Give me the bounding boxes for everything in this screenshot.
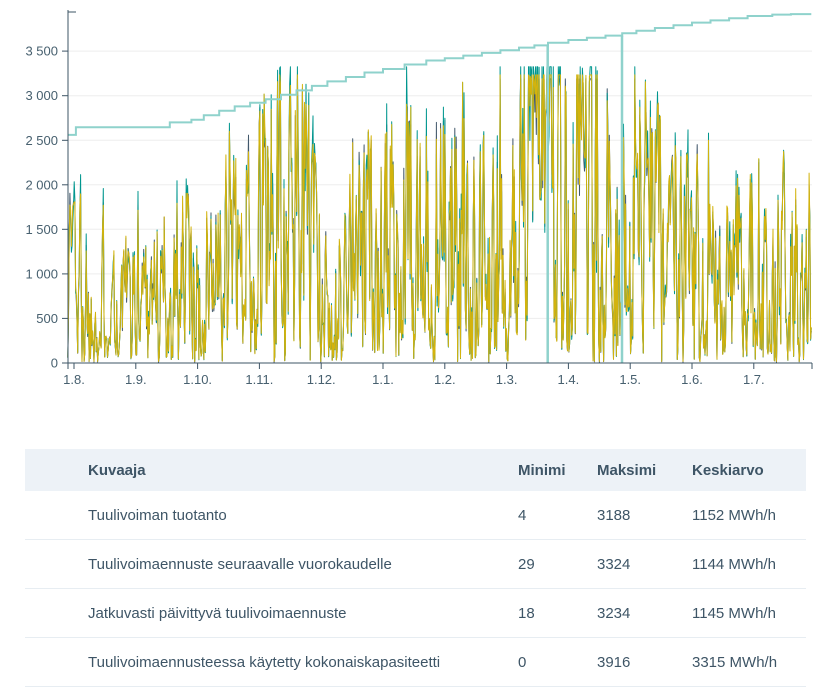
series-min: 4: [518, 507, 597, 524]
x-axis-label: 1.9.: [125, 372, 147, 387]
series-avg: 1152 MWh/h: [692, 507, 806, 524]
series-max: 3234: [597, 605, 692, 622]
series-avg: 3315 MWh/h: [692, 654, 806, 671]
column-header-kuvaaja: Kuvaaja: [88, 462, 518, 479]
series-max: 3188: [597, 507, 692, 524]
x-axis-label: 1.1.: [372, 372, 394, 387]
x-axis-label: 1.12.: [307, 372, 336, 387]
legend-row-vuorokausiennuste[interactable]: Tuulivoimaennuste seuraavalle vuorokaude…: [25, 540, 806, 589]
series-avg: 1144 MWh/h: [692, 556, 806, 573]
x-axis-label: 1.3.: [496, 372, 518, 387]
y-axis-label: 1 000: [25, 266, 58, 281]
x-axis-label: 1.11.: [245, 372, 273, 387]
y-axis-label: 2 000: [25, 177, 58, 192]
y-axis-label: 1 500: [25, 222, 58, 237]
column-header-keskiarvo: Keskiarvo: [692, 462, 806, 479]
x-axis-label: 1.2.: [434, 372, 456, 387]
series-line-total-capacity: [68, 14, 812, 135]
series-label: Tuulivoimaennusteessa käytetty kokonaisk…: [88, 654, 518, 671]
series-avg: 1145 MWh/h: [692, 605, 806, 622]
series-label: Tuulivoiman tuotanto: [88, 507, 518, 524]
series-min: 18: [518, 605, 597, 622]
wind-power-dashboard: 0 500 1 000 1 500 2 000 2 500 3 000 3 500 1.8. 1.…: [0, 0, 826, 696]
legend-row-tuotanto[interactable]: Tuulivoiman tuotanto 4 3188 1152 MWh/h: [25, 491, 806, 540]
x-axis-label: 1.4.: [558, 372, 580, 387]
series-max: 3916: [597, 654, 692, 671]
y-axis-label: 3 500: [25, 44, 58, 59]
legend-table-header: Kuvaaja Minimi Maksimi Keskiarvo: [25, 449, 806, 491]
y-axis-label: 3 000: [25, 88, 58, 103]
wind-power-chart[interactable]: 0 500 1 000 1 500 2 000 2 500 3 000 3 500 1.8. 1.…: [0, 0, 826, 400]
series-min: 29: [518, 556, 597, 573]
y-axis-label: 0: [51, 356, 58, 371]
y-axis-label: 500: [36, 311, 58, 326]
column-header-minimi: Minimi: [518, 462, 597, 479]
legend-row-kokonaiskapasiteetti[interactable]: Tuulivoimaennusteessa käytetty kokonaisk…: [25, 638, 806, 687]
legend-row-jatkuva-ennuste[interactable]: Jatkuvasti päivittyvä tuulivoimaennuste …: [25, 589, 806, 638]
series-max: 3324: [597, 556, 692, 573]
series-label: Tuulivoimaennuste seuraavalle vuorokaude…: [88, 556, 518, 573]
x-axis-label: 1.7.: [743, 372, 765, 387]
series-label: Jatkuvasti päivittyvä tuulivoimaennuste: [88, 605, 518, 622]
x-axis-label: 1.8.: [63, 372, 85, 387]
x-axis-label: 1.6.: [681, 372, 703, 387]
series-min: 0: [518, 654, 597, 671]
legend-table: Kuvaaja Minimi Maksimi Keskiarvo Tuulivo…: [25, 449, 806, 687]
y-axis-label: 2 500: [25, 133, 58, 148]
x-axis-label: 1.5.: [619, 372, 641, 387]
x-axis-label: 1.10.: [183, 372, 212, 387]
column-header-maksimi: Maksimi: [597, 462, 692, 479]
